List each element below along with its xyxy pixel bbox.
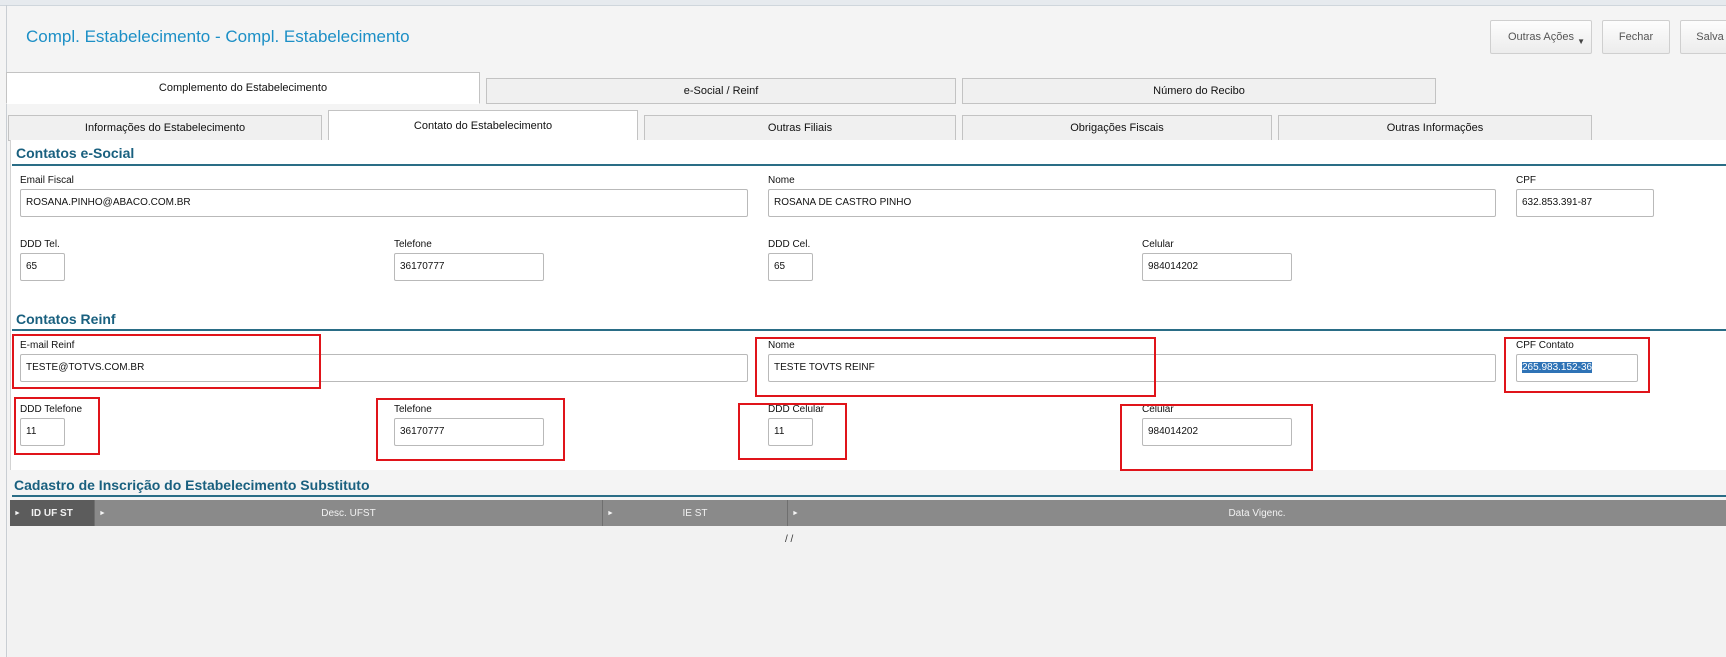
grid-col-desc-ufst[interactable]: ► Desc. UFST xyxy=(95,500,603,526)
email-fiscal-label: Email Fiscal xyxy=(20,175,74,186)
nome-label: Nome xyxy=(768,175,795,186)
ddd-tel-field[interactable]: 65 xyxy=(20,253,65,281)
highlight-celular xyxy=(1120,404,1313,471)
sort-marker-icon: ► xyxy=(99,509,106,517)
email-fiscal-field[interactable]: ROSANA.PINHO@ABACO.COM.BR xyxy=(20,189,748,217)
sort-marker-icon: ► xyxy=(607,509,614,517)
row-marker-icon: ► xyxy=(14,509,21,517)
page-title: Compl. Estabelecimento - Compl. Estabele… xyxy=(26,27,410,46)
tab-outras-filiais[interactable]: Outras Filiais xyxy=(644,115,956,141)
section-rule xyxy=(12,495,1726,497)
highlight-ddd-celular xyxy=(738,403,847,460)
grid-empty-row-date[interactable]: / / xyxy=(785,534,793,545)
section-reinf-title: Contatos Reinf xyxy=(16,311,116,327)
celular-field[interactable]: 984014202 xyxy=(1142,253,1292,281)
close-button[interactable]: Fechar xyxy=(1602,20,1670,54)
tab-obrigacoes[interactable]: Obrigações Fiscais xyxy=(962,115,1272,141)
cpf-field[interactable]: 632.853.391-87 xyxy=(1516,189,1654,217)
celular-label: Celular xyxy=(1142,239,1174,250)
cpf-label: CPF xyxy=(1516,175,1536,186)
tab-informacoes[interactable]: Informações do Estabelecimento xyxy=(8,115,322,141)
telefone-field[interactable]: 36170777 xyxy=(394,253,544,281)
nome-field[interactable]: ROSANA DE CASTRO PINHO xyxy=(768,189,1496,217)
section-esocial-title: Contatos e-Social xyxy=(16,145,135,161)
top-strip xyxy=(0,0,1726,6)
grid-col-id-uf-st[interactable]: ► ID UF ST xyxy=(10,500,95,526)
more-actions-label: Outras Ações xyxy=(1507,31,1575,43)
grid-header: ► ID UF ST ► Desc. UFST ► IE ST ► Data V… xyxy=(10,500,1726,526)
highlight-nome-reinf xyxy=(755,337,1156,397)
tab-contato[interactable]: Contato do Estabelecimento xyxy=(328,110,638,142)
chevron-down-icon: ▼ xyxy=(1577,37,1585,46)
ddd-tel-label: DDD Tel. xyxy=(20,239,60,250)
section-rule xyxy=(12,164,1726,166)
tab-outras-informacoes[interactable]: Outras Informações xyxy=(1278,115,1592,141)
sort-marker-icon: ► xyxy=(792,509,799,517)
highlight-ddd-telefone xyxy=(14,397,100,455)
section-substitute-title: Cadastro de Inscrição do Estabelecimento… xyxy=(14,477,370,493)
tab-complemento[interactable]: Complemento do Estabelecimento xyxy=(6,72,480,104)
grid-col-ie-st[interactable]: ► IE ST xyxy=(603,500,788,526)
ddd-cel-field[interactable]: 65 xyxy=(768,253,813,281)
highlight-cpf-contato xyxy=(1504,337,1650,393)
telefone-label: Telefone xyxy=(394,239,432,250)
save-button[interactable]: Salva xyxy=(1680,20,1726,54)
highlight-telefone xyxy=(376,398,565,461)
more-actions-button[interactable]: Outras Ações ▼ xyxy=(1490,20,1592,54)
grid-col-data-vigenc[interactable]: ► Data Vigenc. xyxy=(788,500,1726,526)
tab-esocial-reinf[interactable]: e-Social / Reinf xyxy=(486,78,956,104)
ddd-cel-label: DDD Cel. xyxy=(768,239,811,250)
tab-numero-recibo[interactable]: Número do Recibo xyxy=(962,78,1436,104)
section-rule xyxy=(12,329,1726,331)
highlight-email-reinf xyxy=(12,334,321,389)
